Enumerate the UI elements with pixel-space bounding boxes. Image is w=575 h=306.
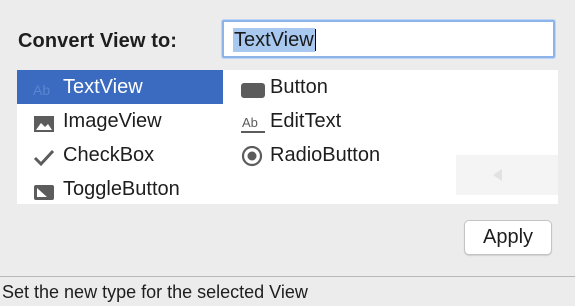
- view-type-item-checkbox[interactable]: CheckBox: [17, 138, 223, 172]
- convert-view-dialog: Convert View to: TextView Ab TextView Im…: [0, 0, 575, 276]
- view-type-label: ToggleButton: [63, 178, 180, 200]
- view-type-label: ImageView: [63, 110, 162, 132]
- view-type-label: CheckBox: [63, 144, 155, 166]
- faded-overlay-panel: [456, 155, 558, 195]
- svg-text:Ab: Ab: [33, 82, 50, 98]
- ab-icon: Ab: [33, 77, 55, 98]
- view-type-item-radiobutton[interactable]: RadioButton: [223, 138, 423, 172]
- edittext-icon: Ab: [241, 111, 265, 133]
- view-type-item-button[interactable]: Button: [223, 70, 423, 104]
- name-field-selected-text[interactable]: TextView: [233, 28, 315, 52]
- status-text: Set the new type for the selected View: [2, 282, 308, 302]
- checkmark-icon: [33, 145, 55, 167]
- view-type-name-field[interactable]: TextView: [222, 20, 555, 58]
- apply-button[interactable]: Apply: [464, 220, 552, 255]
- image-icon: [33, 111, 55, 132]
- view-type-item-togglebutton[interactable]: ToggleButton: [17, 172, 223, 206]
- convert-view-label: Convert View to:: [18, 30, 178, 52]
- left-arrow-icon: [493, 169, 502, 181]
- view-type-item-imageview[interactable]: ImageView: [17, 104, 223, 138]
- button-icon: [241, 77, 265, 98]
- radio-icon: [241, 145, 263, 167]
- view-type-label: TextView: [63, 76, 143, 98]
- toggle-icon: [33, 179, 55, 200]
- view-type-item-edittext[interactable]: Ab EditText: [223, 104, 423, 138]
- text-caret: [315, 29, 316, 51]
- status-bar: Set the new type for the selected View: [0, 276, 575, 306]
- view-type-label: RadioButton: [270, 144, 381, 166]
- view-type-label: Button: [270, 76, 328, 98]
- view-type-item-textview[interactable]: Ab TextView: [17, 70, 223, 104]
- view-type-label: EditText: [270, 110, 342, 132]
- svg-text:Ab: Ab: [242, 115, 258, 130]
